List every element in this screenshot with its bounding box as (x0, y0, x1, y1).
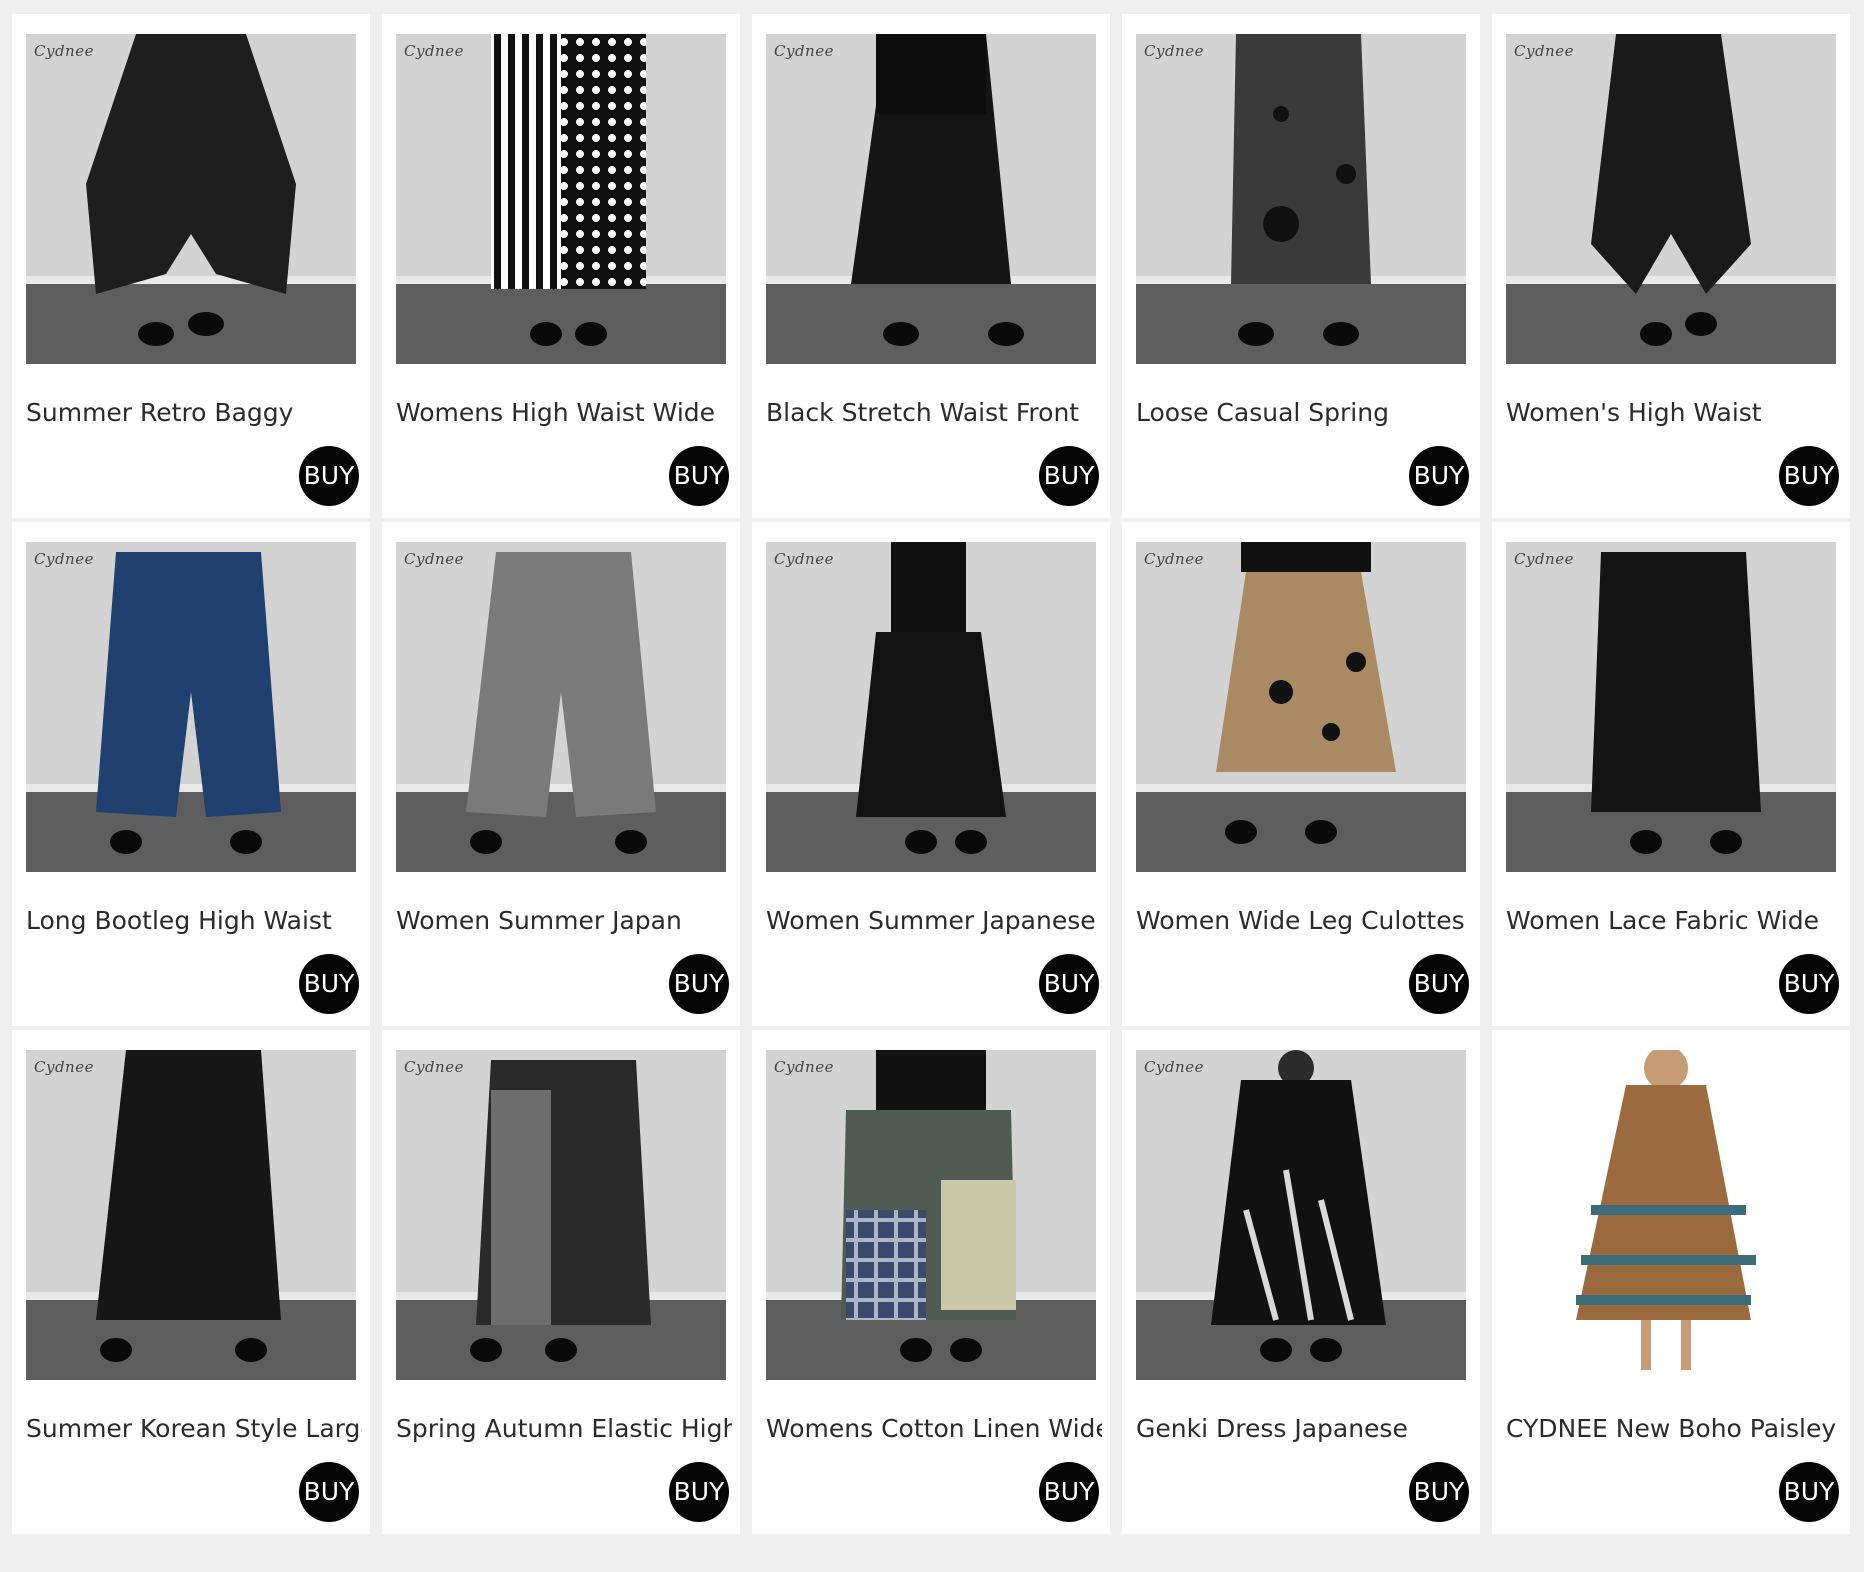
brand-logo: Cydnee (1514, 550, 1574, 568)
product-image[interactable]: Cydnee (26, 1050, 356, 1380)
product-card[interactable]: Cydnee Summer Retro Baggy BUY (12, 14, 370, 518)
product-card[interactable]: Cydnee Women's High Waist BUY (1492, 14, 1850, 518)
product-card[interactable]: Cydnee Spring Autumn Elastic High BUY (382, 1030, 740, 1534)
product-image[interactable]: Cydnee (396, 542, 726, 872)
product-image[interactable]: Cydnee (26, 542, 356, 872)
product-card[interactable]: Cydnee Loose Casual Spring BUY (1122, 14, 1480, 518)
buy-button[interactable]: BUY (1039, 446, 1099, 506)
product-grid: Cydnee Summer Retro Baggy BUY Cydnee Womens… (12, 14, 1850, 1534)
product-image[interactable] (1506, 1050, 1836, 1380)
product-title[interactable]: Summer Retro Baggy (26, 398, 362, 427)
product-card[interactable]: Cydnee Black Stretch Waist Front BUY (752, 14, 1110, 518)
product-image[interactable]: Cydnee (1136, 34, 1466, 364)
product-card[interactable]: Cydnee Women Summer Japan BUY (382, 522, 740, 1026)
product-title[interactable]: Womens High Waist Wide (396, 398, 732, 427)
buy-button[interactable]: BUY (299, 446, 359, 506)
buy-button[interactable]: BUY (1779, 446, 1839, 506)
brand-logo: Cydnee (774, 1058, 834, 1076)
product-card[interactable]: CYDNEE New Boho Paisley BUY (1492, 1030, 1850, 1534)
product-image[interactable]: Cydnee (766, 34, 1096, 364)
product-title[interactable]: Loose Casual Spring (1136, 398, 1472, 427)
buy-button[interactable]: BUY (299, 1462, 359, 1522)
buy-button[interactable]: BUY (1039, 954, 1099, 1014)
product-title[interactable]: CYDNEE New Boho Paisley (1506, 1414, 1842, 1443)
product-image[interactable]: Cydnee (1136, 542, 1466, 872)
brand-logo: Cydnee (1144, 42, 1204, 60)
product-image[interactable]: Cydnee (766, 1050, 1096, 1380)
brand-logo: Cydnee (774, 550, 834, 568)
product-title[interactable]: Genki Dress Japanese (1136, 1414, 1472, 1443)
product-image[interactable]: Cydnee (396, 1050, 726, 1380)
product-card[interactable]: Cydnee Womens Cotton Linen Wide BUY (752, 1030, 1110, 1534)
product-title[interactable]: Women Lace Fabric Wide (1506, 906, 1842, 935)
brand-logo: Cydnee (1144, 550, 1204, 568)
product-title[interactable]: Women Wide Leg Culottes (1136, 906, 1472, 935)
product-image[interactable]: Cydnee (766, 542, 1096, 872)
brand-logo: Cydnee (34, 550, 94, 568)
brand-logo: Cydnee (1514, 42, 1574, 60)
product-card[interactable]: Cydnee Women Lace Fabric Wide BUY (1492, 522, 1850, 1026)
product-title[interactable]: Black Stretch Waist Front (766, 398, 1102, 427)
product-card[interactable]: Cydnee Women Wide Leg Culottes BUY (1122, 522, 1480, 1026)
product-title[interactable]: Women Summer Japanese (766, 906, 1102, 935)
brand-logo: Cydnee (404, 42, 464, 60)
buy-button[interactable]: BUY (1409, 954, 1469, 1014)
buy-button[interactable]: BUY (1779, 954, 1839, 1014)
product-image[interactable]: Cydnee (1506, 34, 1836, 364)
product-card[interactable]: Cydnee Long Bootleg High Waist BUY (12, 522, 370, 1026)
product-image[interactable]: Cydnee (1506, 542, 1836, 872)
buy-button[interactable]: BUY (669, 954, 729, 1014)
product-card[interactable]: Cydnee Genki Dress Japanese BUY (1122, 1030, 1480, 1534)
brand-logo: Cydnee (404, 1058, 464, 1076)
product-image[interactable]: Cydnee (1136, 1050, 1466, 1380)
product-title[interactable]: Spring Autumn Elastic High (396, 1414, 732, 1443)
brand-logo: Cydnee (774, 42, 834, 60)
product-card[interactable]: Cydnee Summer Korean Style Large BUY (12, 1030, 370, 1534)
buy-button[interactable]: BUY (1039, 1462, 1099, 1522)
product-card[interactable]: Cydnee Womens High Waist Wide BUY (382, 14, 740, 518)
product-image[interactable]: Cydnee (26, 34, 356, 364)
buy-button[interactable]: BUY (669, 1462, 729, 1522)
product-title[interactable]: Womens Cotton Linen Wide (766, 1414, 1102, 1443)
product-title[interactable]: Women Summer Japan (396, 906, 732, 935)
buy-button[interactable]: BUY (669, 446, 729, 506)
product-title[interactable]: Summer Korean Style Large (26, 1414, 362, 1443)
product-title[interactable]: Women's High Waist (1506, 398, 1842, 427)
buy-button[interactable]: BUY (1409, 446, 1469, 506)
brand-logo: Cydnee (1144, 1058, 1204, 1076)
brand-logo: Cydnee (34, 42, 94, 60)
buy-button[interactable]: BUY (299, 954, 359, 1014)
brand-logo: Cydnee (404, 550, 464, 568)
buy-button[interactable]: BUY (1779, 1462, 1839, 1522)
product-image[interactable]: Cydnee (396, 34, 726, 364)
product-title[interactable]: Long Bootleg High Waist (26, 906, 362, 935)
brand-logo: Cydnee (34, 1058, 94, 1076)
buy-button[interactable]: BUY (1409, 1462, 1469, 1522)
product-card[interactable]: Cydnee Women Summer Japanese BUY (752, 522, 1110, 1026)
